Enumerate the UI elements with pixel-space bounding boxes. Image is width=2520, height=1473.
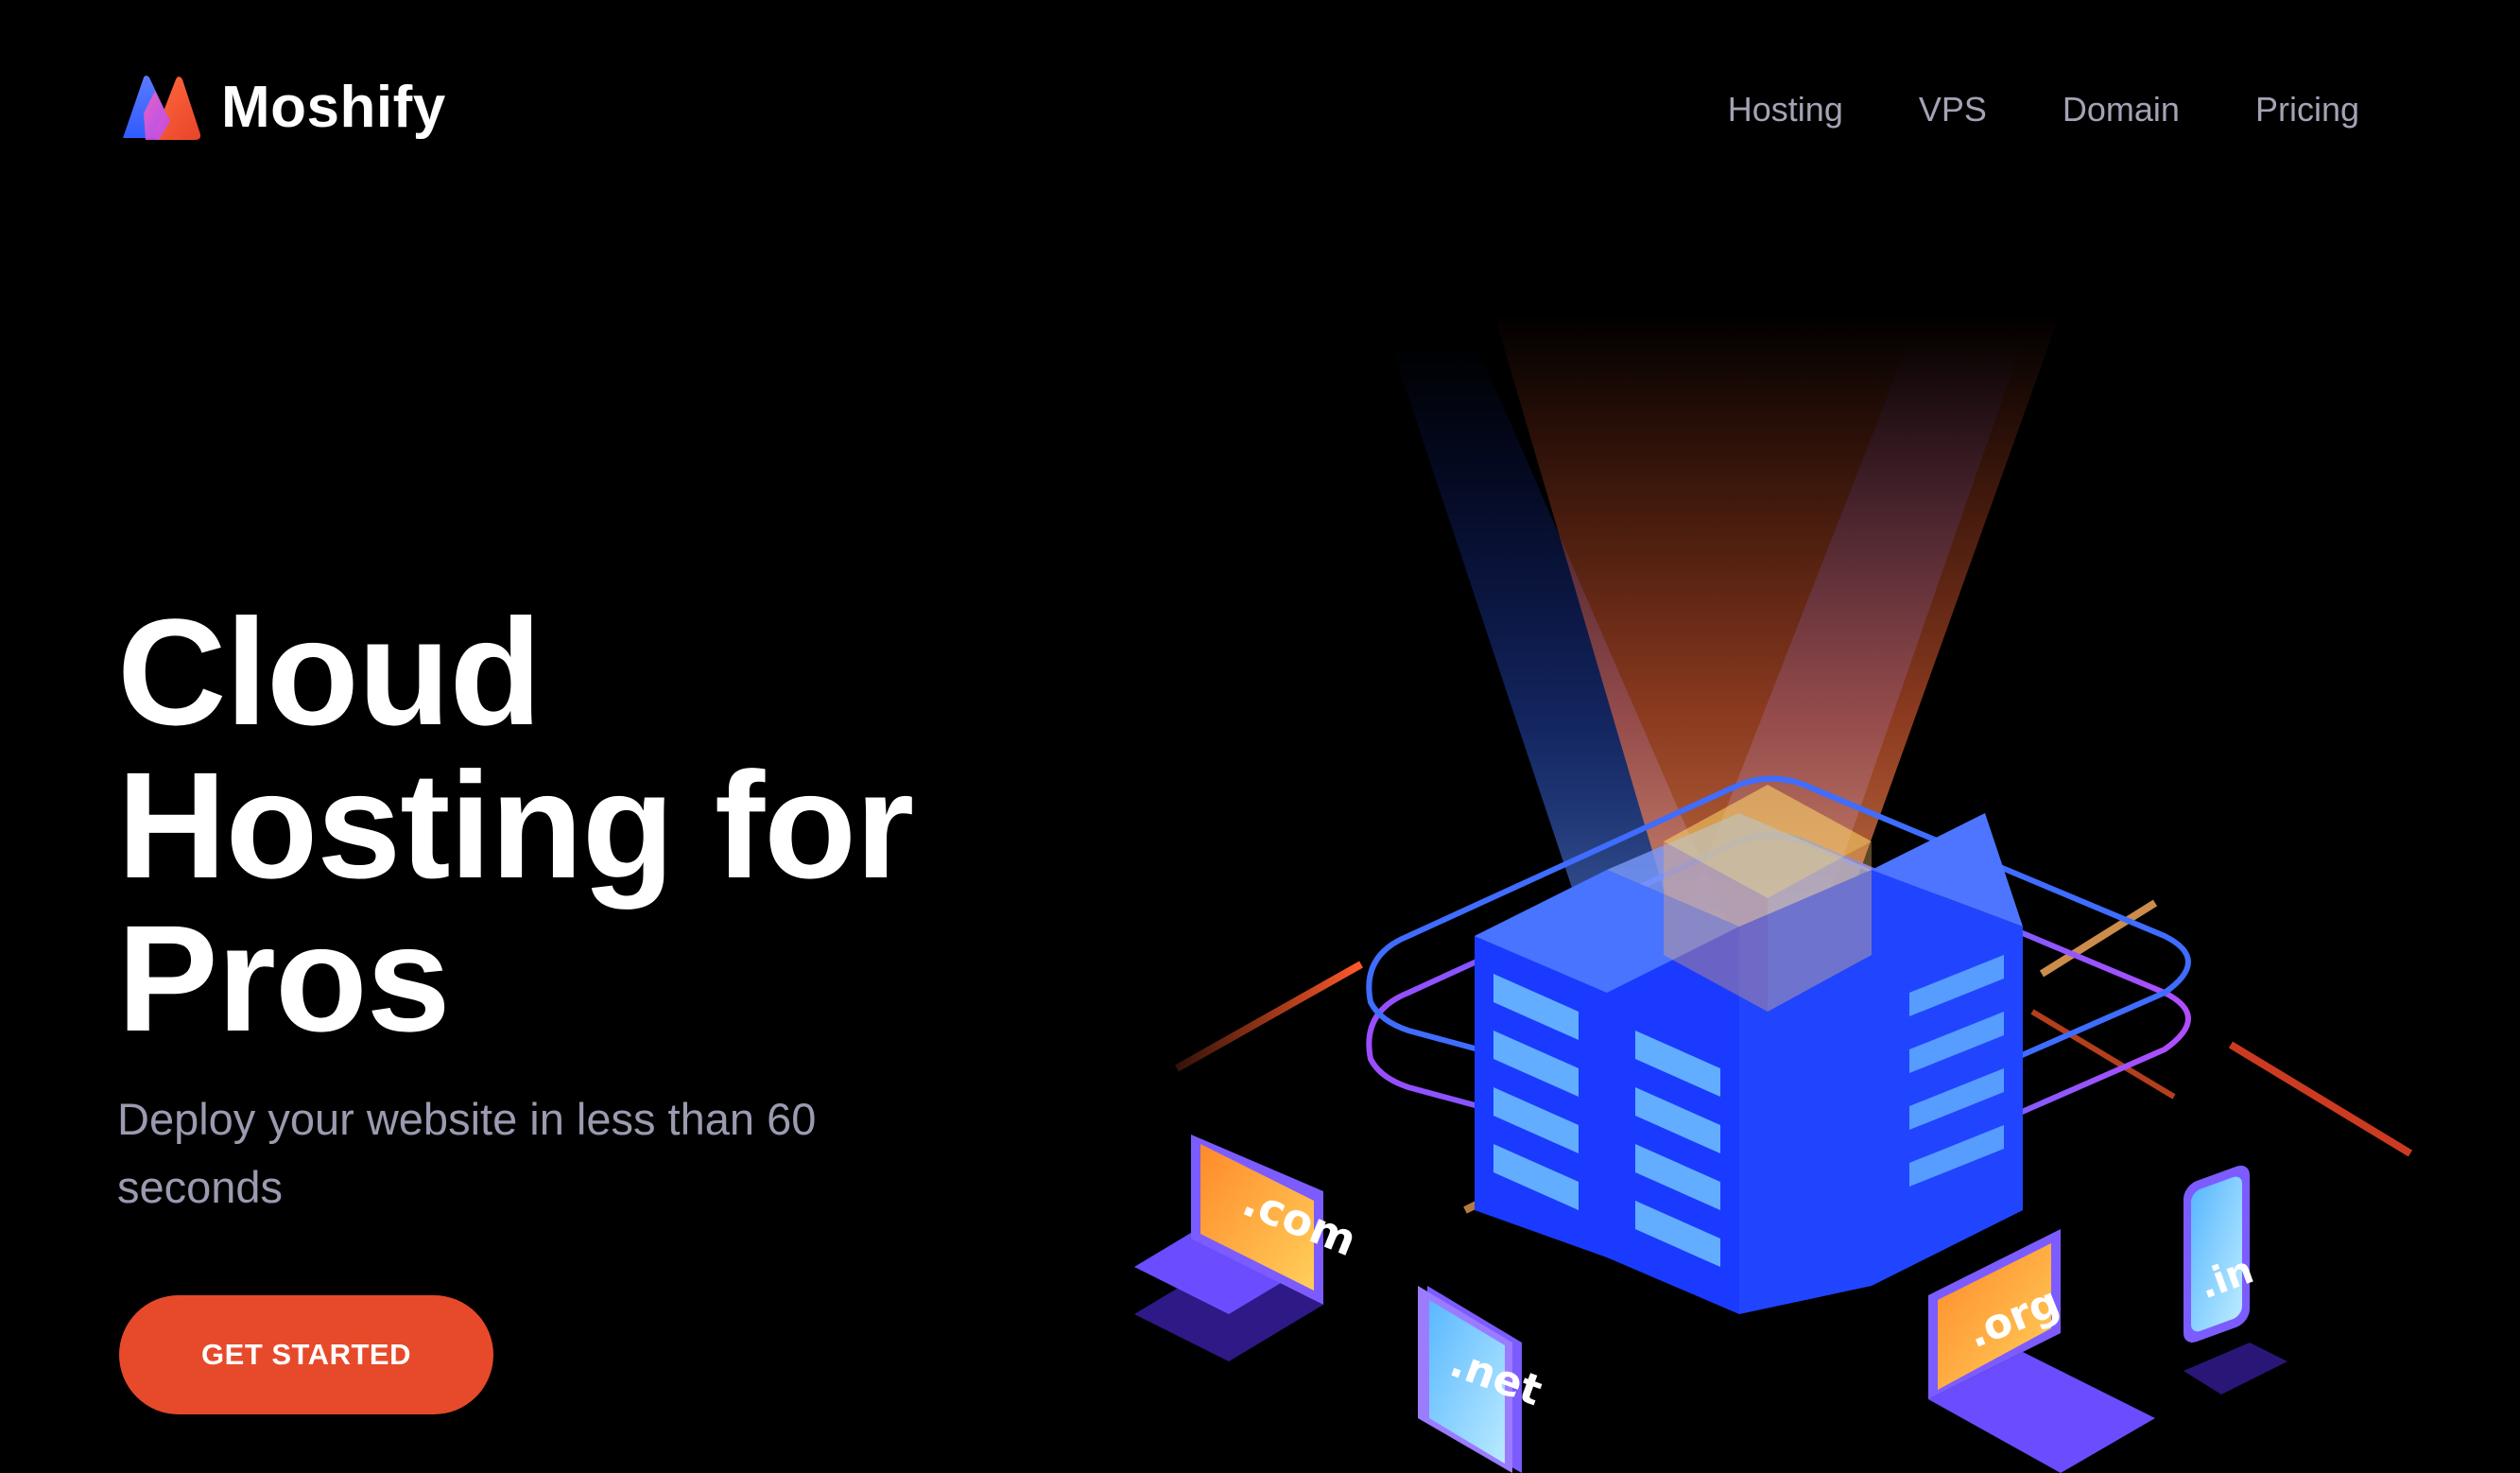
phone-in-icon: .in: [2183, 1165, 2287, 1395]
hero-subtitle: Deploy your website in less than 60 seco…: [117, 1094, 817, 1212]
laptop-org-icon: .org: [1928, 1229, 2155, 1473]
nav-vps[interactable]: VPS: [1919, 93, 1987, 127]
nav-hosting[interactable]: Hosting: [1728, 93, 1843, 127]
brand-name: Moshify: [221, 75, 446, 140]
moshify-logo-icon: [117, 72, 204, 144]
navbar: Moshify Hosting VPS Domain Pricing: [0, 0, 2520, 217]
hero-title-line-2: Hosting for: [117, 740, 914, 910]
hero-title-line-3: Pros: [117, 893, 451, 1063]
get-started-button[interactable]: GET STARTED: [119, 1295, 493, 1414]
server-illustration: .com .net .org .in: [1078, 312, 2520, 1473]
laptop-com-icon: .com: [1134, 1135, 1364, 1361]
main-nav: Hosting VPS Domain Pricing: [1728, 93, 2359, 127]
nav-domain[interactable]: Domain: [2063, 93, 2180, 127]
nav-pricing[interactable]: Pricing: [2255, 93, 2359, 127]
hero-title: Cloud Hosting for Pros: [117, 596, 1062, 1055]
hero-title-line-1: Cloud: [117, 587, 542, 756]
tablet-net-icon: .net: [1418, 1286, 1548, 1473]
hero-section: Cloud Hosting for Pros: [117, 596, 1062, 1055]
brand[interactable]: Moshify: [117, 70, 446, 146]
